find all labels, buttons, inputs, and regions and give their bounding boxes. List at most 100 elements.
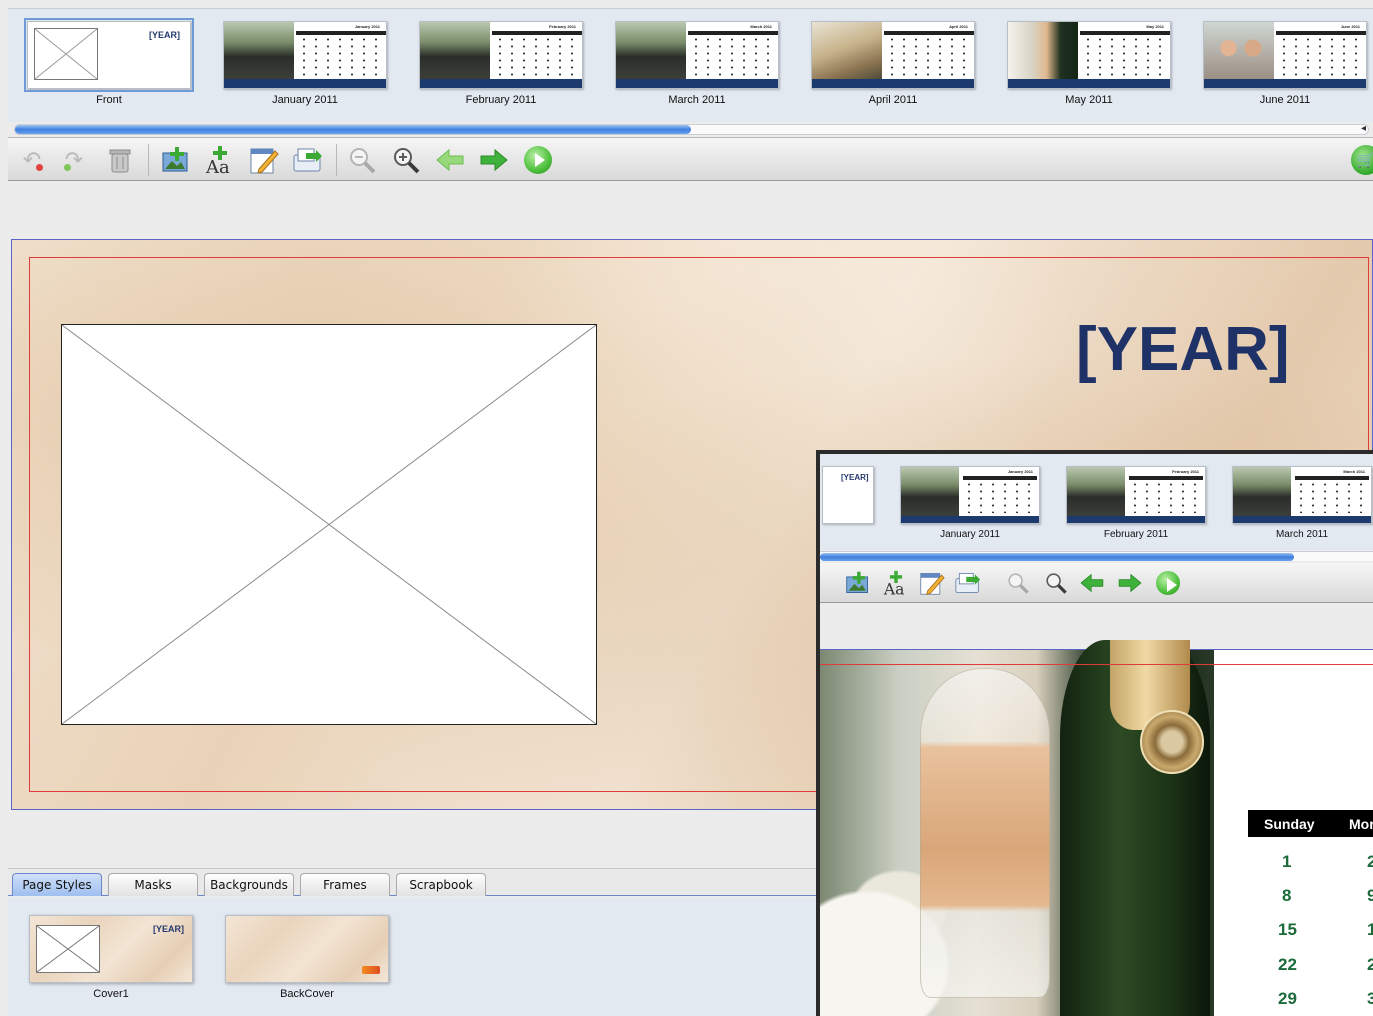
calendar-grid xyxy=(1278,36,1364,76)
group-photo xyxy=(1233,467,1291,517)
calendar-day-header: Sunday Mor xyxy=(1248,810,1373,837)
thumbnail-label: Front xyxy=(96,94,122,106)
export-icon[interactable] xyxy=(292,144,324,176)
page-thumbnail-strip: [YEAR] Front January 2011 January 2011 F… xyxy=(8,8,1373,122)
calendar-header-bar xyxy=(688,31,778,35)
thumbnail-front[interactable]: [YEAR] Front xyxy=(24,18,194,106)
trash-icon[interactable] xyxy=(104,144,136,176)
thumbnail-image: [YEAR] xyxy=(24,18,194,92)
scrollbar-thumb[interactable] xyxy=(15,125,691,134)
photo-placeholder[interactable] xyxy=(61,324,597,725)
color-band xyxy=(1233,516,1371,523)
calendar-grid xyxy=(690,36,776,76)
style-item-backcover[interactable]: BackCover xyxy=(224,915,390,1000)
day-header-sunday: Sunday xyxy=(1264,815,1315,832)
group-photo xyxy=(420,22,490,80)
calendar-header-bar xyxy=(1276,31,1366,35)
overlay-thumbnail-front[interactable]: [YEAR] xyxy=(822,466,874,524)
year-text-box[interactable]: [YEAR] xyxy=(1076,314,1290,385)
thumbnail-month-title: May 2011 xyxy=(1146,24,1164,29)
strip-scrollbar[interactable]: ◂ xyxy=(14,123,1369,135)
calendar-date: 3 xyxy=(1367,989,1373,1009)
svg-text:Aa: Aa xyxy=(205,157,230,175)
calendar-date: 1 xyxy=(1282,852,1292,871)
calendar-header-bar xyxy=(296,31,386,35)
thumbnail-image: March 2011 xyxy=(1232,466,1372,524)
svg-text:Aa: Aa xyxy=(883,580,904,596)
redo-icon[interactable]: ↷ xyxy=(58,144,90,176)
style-item-cover1[interactable]: [YEAR] Cover1 xyxy=(28,915,194,1000)
champagne-photo[interactable] xyxy=(820,640,1214,1016)
champagne-photo xyxy=(1008,22,1078,80)
thumbnail-month-title: March 2011 xyxy=(1343,469,1365,474)
add-text-icon[interactable]: Aa xyxy=(882,568,910,598)
calendar-date: 9 xyxy=(1367,886,1373,906)
thumbnail-march[interactable]: March 2011 March 2011 xyxy=(612,21,782,106)
calendar-grid xyxy=(1082,36,1168,76)
export-icon[interactable] xyxy=(954,568,982,598)
tab-frames[interactable]: Frames xyxy=(300,873,390,896)
add-photo-icon[interactable] xyxy=(160,144,192,176)
thumbnail-image: February 2011 xyxy=(1066,466,1206,524)
zoom-out-icon[interactable] xyxy=(1004,568,1032,598)
day-header-monday: Mor xyxy=(1349,815,1373,832)
thumbnail-january[interactable]: January 2011 January 2011 xyxy=(220,21,390,106)
edit-icon[interactable] xyxy=(918,568,946,598)
edit-icon[interactable] xyxy=(248,144,280,176)
thumbnail-image: February 2011 xyxy=(419,21,583,89)
placeholder-cross-icon xyxy=(62,325,596,724)
thumbnail-month-title: June 2011 xyxy=(1340,24,1360,29)
thumbnail-february[interactable]: February 2011 February 2011 xyxy=(416,21,586,106)
calendar-editor-window: [YEAR] Front January 2011 January 2011 F… xyxy=(0,0,1373,1016)
scrollbar-thumb[interactable] xyxy=(820,553,1294,561)
tab-page-styles[interactable]: Page Styles xyxy=(12,873,102,896)
overlay-thumbnail-february[interactable]: February 2011 February 2011 xyxy=(1066,466,1206,540)
toolbar-separator xyxy=(148,144,149,176)
color-band xyxy=(420,79,582,88)
calendar-header-bar xyxy=(1080,31,1170,35)
overlay-thumbnail-march[interactable]: March 2011 March 2011 xyxy=(1232,466,1372,540)
thumbnail-label: March 2011 xyxy=(1275,529,1329,540)
calendar-grid xyxy=(494,36,580,76)
undo-icon[interactable]: ↶ xyxy=(16,144,48,176)
toolbar-separator xyxy=(336,144,337,176)
cart-icon[interactable]: 🛒 xyxy=(1351,145,1373,175)
next-icon[interactable] xyxy=(478,144,510,176)
color-band xyxy=(812,79,974,88)
thumbnail-may[interactable]: May 2011 May 2011 xyxy=(1004,21,1174,106)
play-icon[interactable] xyxy=(1154,568,1182,598)
color-band xyxy=(1204,79,1366,88)
thumbnail-month-title: April 2011 xyxy=(949,24,968,29)
overlay-thumbnail-january[interactable]: January 2011 January 2011 xyxy=(900,466,1040,540)
scroll-arrow-icon[interactable]: ◂ xyxy=(1361,123,1366,134)
calendar-date: 2 xyxy=(1367,955,1373,975)
previous-icon[interactable] xyxy=(434,144,466,176)
thumbnail-year-text: [YEAR] xyxy=(841,473,869,482)
thumbnail-month-title: March 2011 xyxy=(750,24,772,29)
zoom-out-icon[interactable] xyxy=(346,144,378,176)
main-toolbar: ↶ ↷ Aa 🛒 xyxy=(8,137,1373,181)
zoom-in-icon[interactable] xyxy=(390,144,422,176)
thumbnail-april[interactable]: April 2011 April 2011 xyxy=(808,21,978,106)
play-icon[interactable] xyxy=(522,144,554,176)
thumbnail-label: January 2011 xyxy=(272,94,338,106)
tab-backgrounds[interactable]: Backgrounds xyxy=(204,873,294,896)
style-year-text: [YEAR] xyxy=(153,924,184,934)
zoom-in-icon[interactable] xyxy=(1042,568,1070,598)
next-icon[interactable] xyxy=(1116,568,1144,598)
overlay-thumbnail-strip: [YEAR] January 2011 January 2011 Februar… xyxy=(820,454,1373,550)
previous-icon[interactable] xyxy=(1078,568,1106,598)
color-band xyxy=(616,79,778,88)
tab-masks[interactable]: Masks xyxy=(108,873,198,896)
calendar-date: 29 xyxy=(1278,989,1297,1008)
calendar-date: 2 xyxy=(1367,852,1373,872)
overlay-page-canvas[interactable]: Sunday Mor 1 8 15 22 29 2 9 1 2 3 xyxy=(820,640,1373,1016)
overlay-window: [YEAR] January 2011 January 2011 Februar… xyxy=(816,450,1373,1016)
tab-scrapbook[interactable]: Scrapbook xyxy=(396,873,486,896)
add-photo-icon[interactable] xyxy=(844,568,872,598)
thumbnail-image: January 2011 xyxy=(223,21,387,89)
add-text-icon[interactable]: Aa xyxy=(204,144,236,176)
thumbnail-june[interactable]: June 2011 June 2011 xyxy=(1200,21,1370,106)
color-band xyxy=(1008,79,1170,88)
overlay-strip-scrollbar[interactable] xyxy=(820,551,1373,561)
